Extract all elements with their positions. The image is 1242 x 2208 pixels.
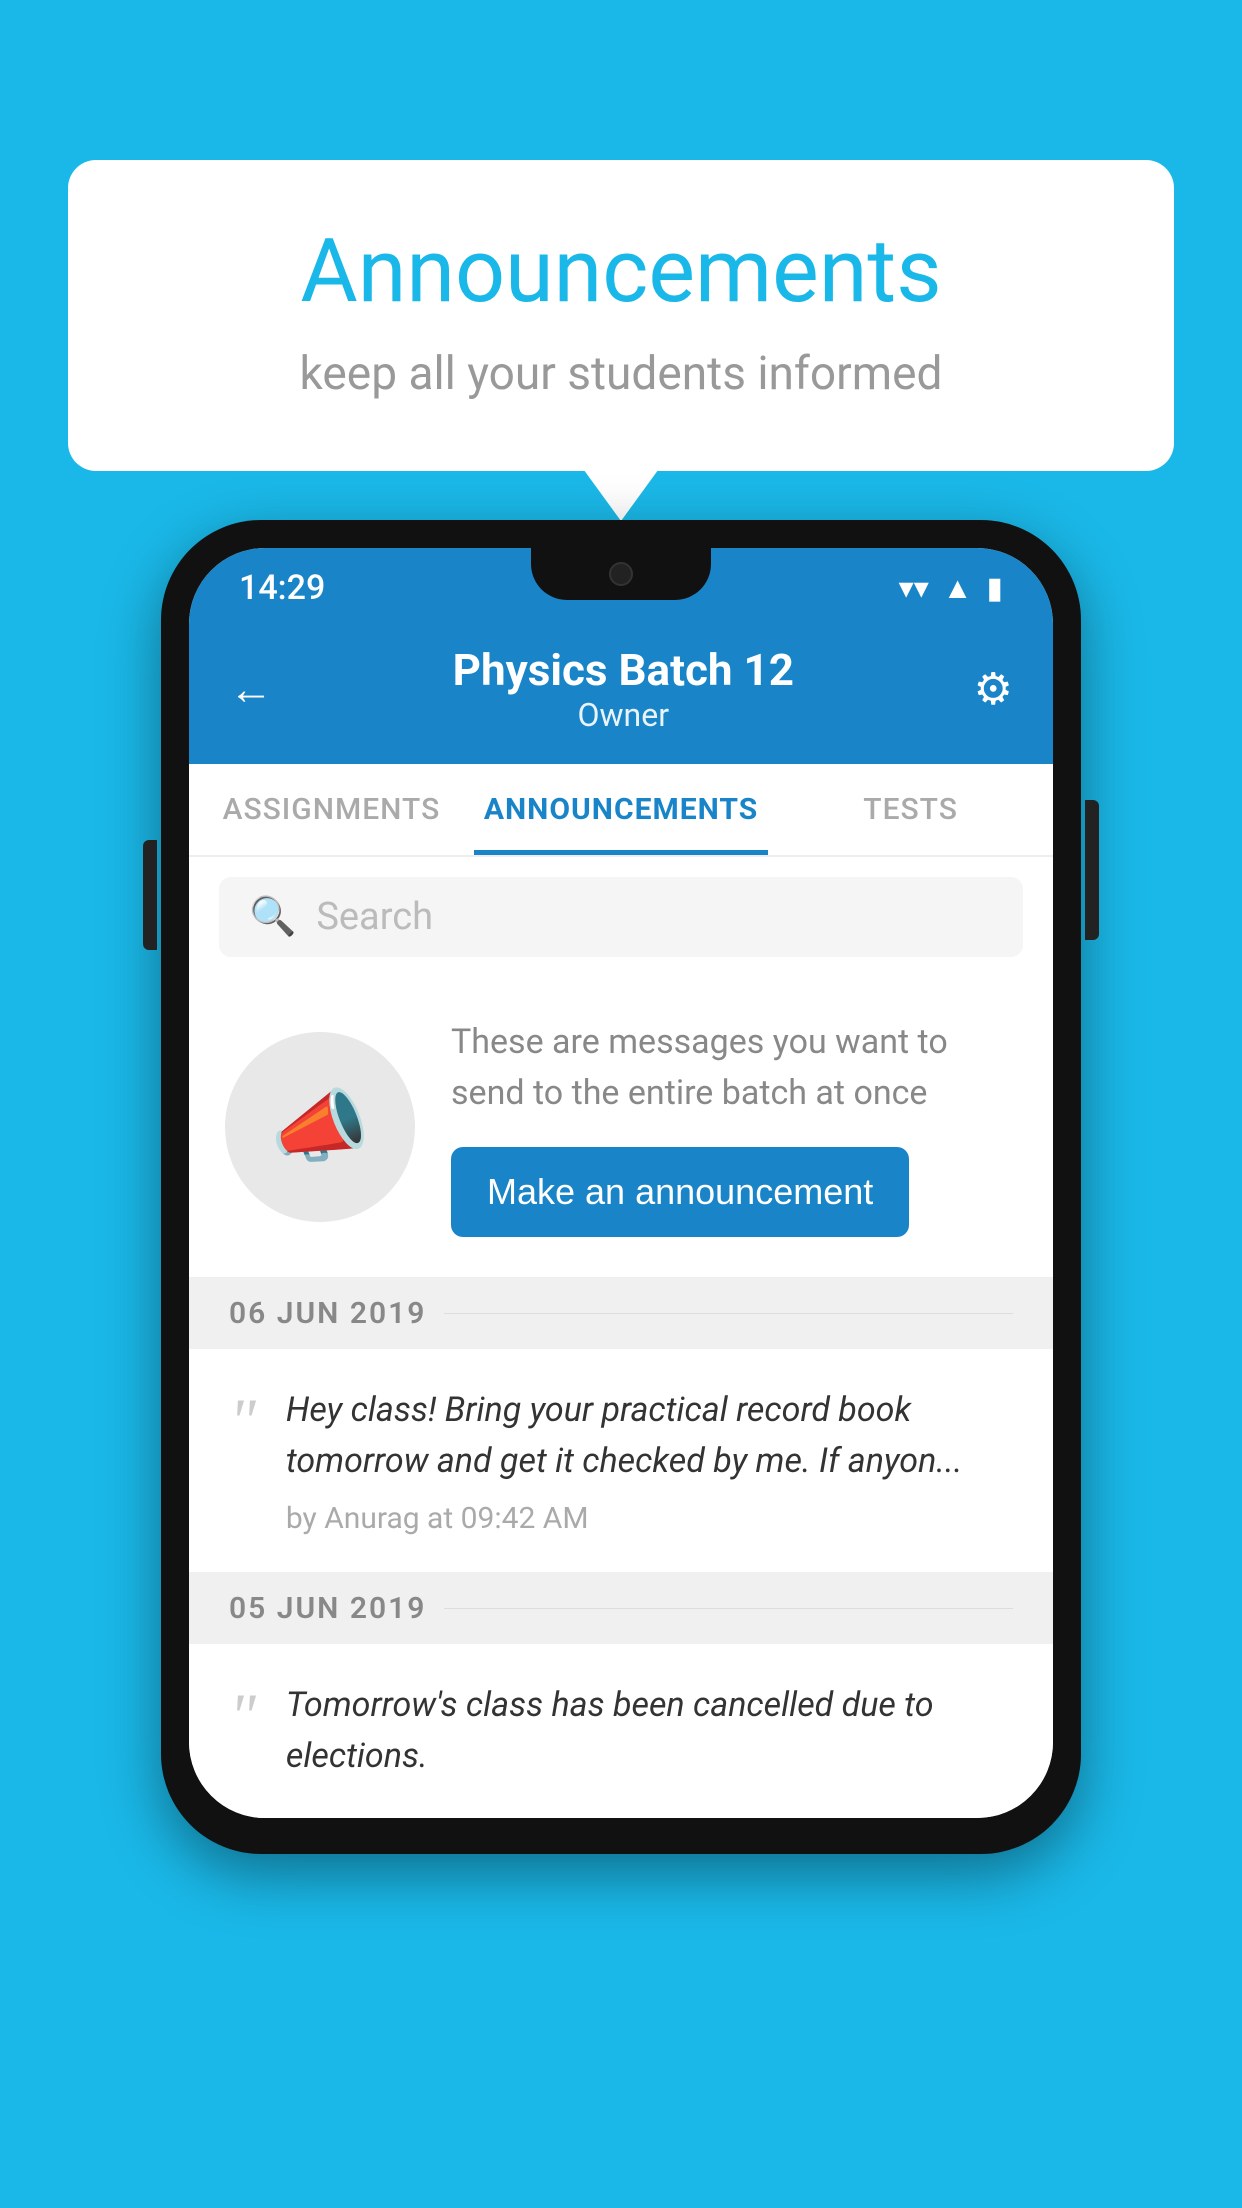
batch-title: Physics Batch 12 [453,644,794,696]
announcement-text-2: Tomorrow's class has been cancelled due … [286,1680,1013,1782]
date-label-2: 05 JUN 2019 [229,1591,426,1626]
status-time: 14:29 [239,568,325,608]
announcements-subtitle: keep all your students informed [148,347,1094,401]
tab-announcements[interactable]: ANNOUNCEMENTS [474,764,768,855]
promo-icon-circle: 📣 [225,1032,415,1222]
announcements-title: Announcements [148,220,1094,323]
announcement-content-1: Hey class! Bring your practical record b… [286,1385,1013,1536]
date-divider-2: 05 JUN 2019 [189,1573,1053,1644]
search-container: 🔍 Search [189,857,1053,977]
search-placeholder: Search [316,895,433,939]
quote-icon-1: " [229,1389,256,1453]
announcement-text-1: Hey class! Bring your practical record b… [286,1385,1013,1487]
front-camera [609,562,633,586]
megaphone-icon: 📣 [270,1080,370,1174]
phone-screen: 14:29 ▾▾ ▲ ▮ ← Physics Batch 12 Owner ⚙ [189,548,1053,1818]
speech-bubble-section: Announcements keep all your students inf… [68,160,1174,471]
battery-icon: ▮ [986,571,1003,606]
date-divider-1: 06 JUN 2019 [189,1278,1053,1349]
announcement-meta-1: by Anurag at 09:42 AM [286,1501,1013,1536]
promo-content: These are messages you want to send to t… [451,1017,1017,1237]
batch-role: Owner [453,696,794,734]
search-icon: 🔍 [249,895,296,939]
app-header: ← Physics Batch 12 Owner ⚙ [189,620,1053,764]
status-icons: ▾▾ ▲ ▮ [899,571,1003,606]
tab-assignments[interactable]: ASSIGNMENTS [189,764,474,855]
announcement-promo: 📣 These are messages you want to send to… [189,977,1053,1278]
phone-mockup: 14:29 ▾▾ ▲ ▮ ← Physics Batch 12 Owner ⚙ [161,520,1081,1854]
announcement-content-2: Tomorrow's class has been cancelled due … [286,1680,1013,1782]
promo-description: These are messages you want to send to t… [451,1017,1017,1119]
back-button[interactable]: ← [229,663,273,715]
divider-line-2 [444,1608,1013,1609]
settings-icon[interactable]: ⚙ [974,663,1013,715]
phone-notch [531,548,711,600]
announcement-item-2[interactable]: " Tomorrow's class has been cancelled du… [189,1644,1053,1818]
phone-outer-shell: 14:29 ▾▾ ▲ ▮ ← Physics Batch 12 Owner ⚙ [161,520,1081,1854]
speech-bubble-card: Announcements keep all your students inf… [68,160,1174,471]
quote-icon-2: " [229,1684,256,1748]
divider-line-1 [444,1313,1013,1314]
tab-tests[interactable]: TESTS [768,764,1053,855]
date-label-1: 06 JUN 2019 [229,1296,426,1331]
search-bar[interactable]: 🔍 Search [219,877,1023,957]
header-title-group: Physics Batch 12 Owner [453,644,794,734]
signal-icon: ▲ [943,571,973,606]
tabs-bar: ASSIGNMENTS ANNOUNCEMENTS TESTS [189,764,1053,857]
make-announcement-button[interactable]: Make an announcement [451,1147,909,1237]
wifi-icon: ▾▾ [899,571,929,606]
announcement-item-1[interactable]: " Hey class! Bring your practical record… [189,1349,1053,1573]
